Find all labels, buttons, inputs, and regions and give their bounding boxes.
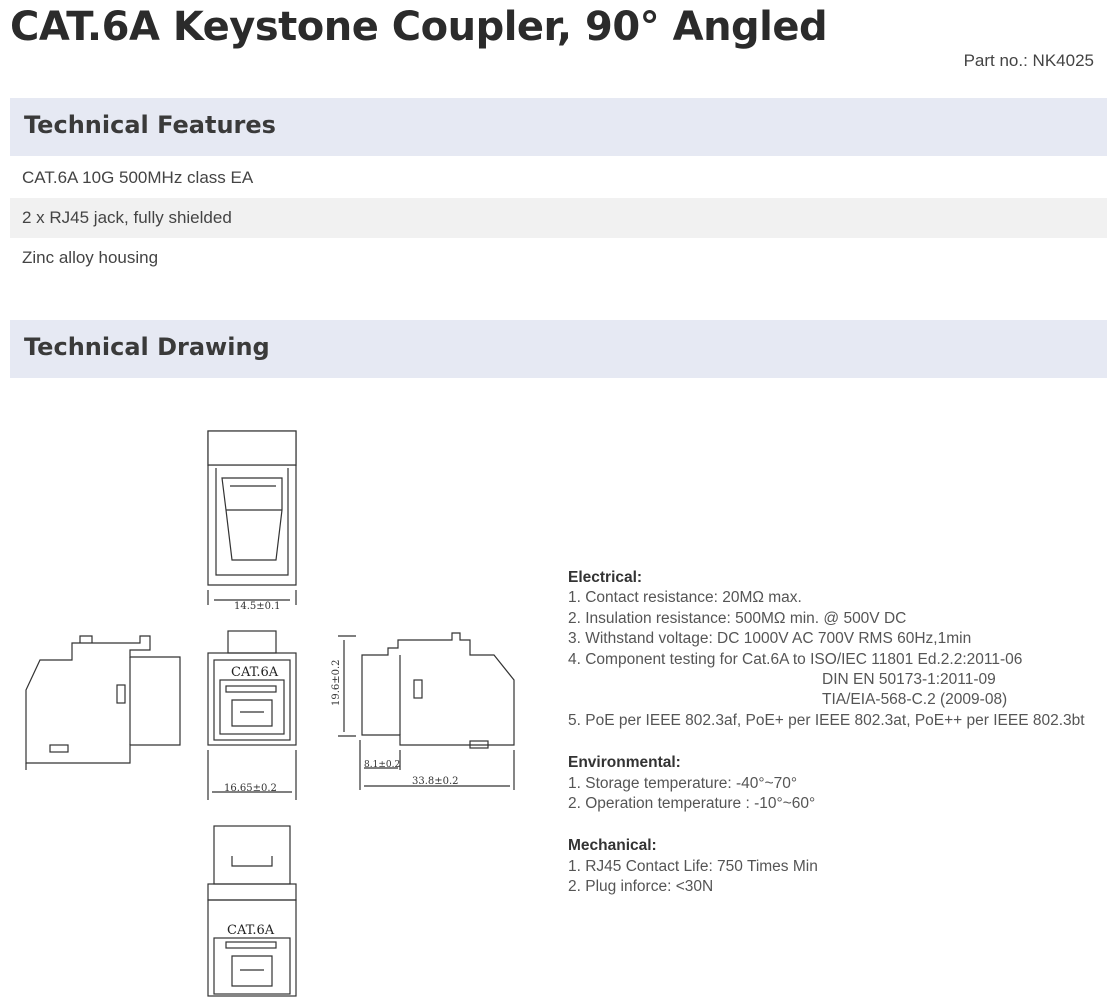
feature-row: 2 x RJ45 jack, fully shielded	[10, 198, 1107, 238]
spec-line: 4. Component testing for Cat.6A to ISO/I…	[568, 650, 1023, 668]
dim-side-length: 33.8±0.2	[412, 776, 459, 787]
feature-row: Zinc alloy housing	[10, 238, 1107, 278]
feature-text: 2 x RJ45 jack, fully shielded	[22, 208, 232, 227]
spec-line: 1. Contact resistance: 20MΩ max.	[568, 589, 802, 607]
bottom-label: CAT.6A	[227, 923, 275, 938]
spec-line: 2. Operation temperature : -10°~60°	[568, 795, 816, 813]
spec-line: 1. RJ45 Contact Life: 750 Times Min	[568, 857, 818, 875]
front-label: CAT.6A	[231, 665, 279, 680]
electrical-heading: Electrical:	[568, 569, 643, 586]
features-heading: Technical Features	[24, 111, 276, 139]
environmental-group: Environmental: 1. Storage temperature: -…	[568, 753, 1108, 814]
part-number: Part no.: NK4025	[963, 51, 1094, 70]
spec-line: 1. Storage temperature: -40°~70°	[568, 774, 798, 792]
dim-top-width: 14.5±0.1	[234, 601, 281, 612]
mechanical-group: Mechanical: 1. RJ45 Contact Life: 750 Ti…	[568, 836, 1108, 897]
spec-line: 5. PoE per IEEE 802.3af, PoE+ per IEEE 8…	[568, 711, 1085, 729]
dim-side-small: 8.1±0.2	[364, 760, 400, 770]
spec-line-indented: DIN EN 50173-1:2011-09	[822, 671, 996, 689]
spec-line: 2. Insulation resistance: 500MΩ min. @ 5…	[568, 609, 907, 627]
electrical-group: Electrical: 1. Contact resistance: 20MΩ …	[568, 568, 1108, 731]
specifications: Electrical: 1. Contact resistance: 20MΩ …	[568, 568, 1108, 920]
page-title: CAT.6A Keystone Coupler, 90° Angled	[10, 4, 828, 50]
features-section-header: Technical Features	[10, 98, 1107, 156]
top-view	[207, 430, 297, 605]
drawing-heading: Technical Drawing	[24, 333, 270, 361]
technical-drawing: 14.5±0.1 CAT.6A 16.65±0.2 19.6±0.2 8.1±0…	[25, 430, 515, 997]
bottom-view	[207, 825, 297, 997]
spec-line: 2. Plug inforce: <30N	[568, 878, 714, 896]
drawing-section-header: Technical Drawing	[10, 320, 1107, 378]
feature-row: CAT.6A 10G 500MHz class EA	[10, 158, 1107, 198]
spec-line: 3. Withstand voltage: DC 1000V AC 700V R…	[568, 630, 972, 648]
dim-front-width: 16.65±0.2	[224, 783, 277, 794]
dim-height: 19.6±0.2	[331, 659, 342, 706]
feature-text: Zinc alloy housing	[22, 248, 159, 267]
environmental-heading: Environmental:	[568, 754, 681, 772]
front-view	[207, 630, 297, 800]
left-side-view	[25, 635, 181, 770]
mechanical-heading: Mechanical:	[568, 837, 657, 855]
spec-line-indented: TIA/EIA-568-C.2 (2009-08)	[822, 691, 1008, 709]
feature-text: CAT.6A 10G 500MHz class EA	[22, 168, 254, 187]
